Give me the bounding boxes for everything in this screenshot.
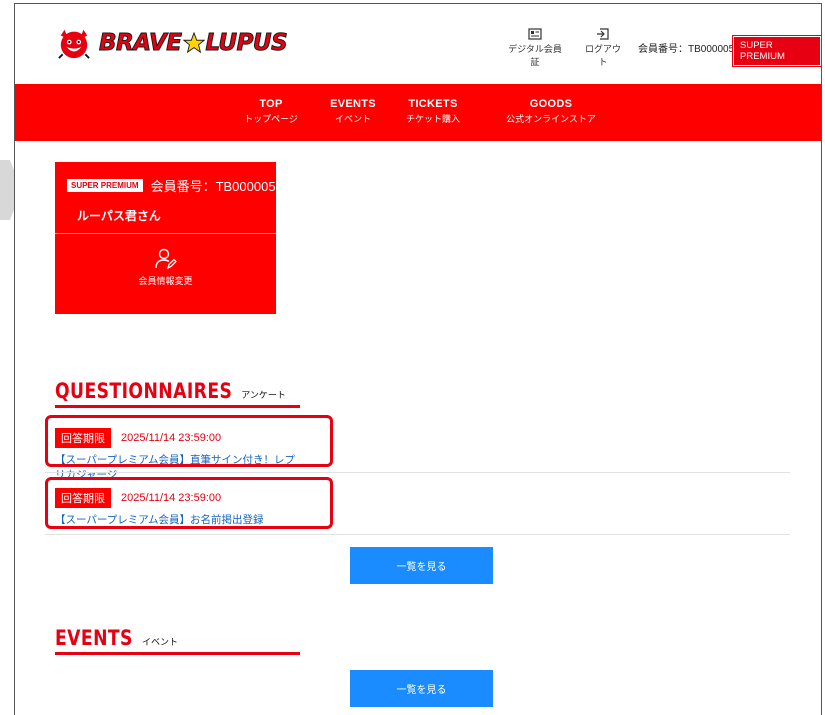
digital-card-label: デジタル会員証	[508, 44, 562, 67]
events-title: EVENTS	[55, 626, 133, 650]
questionnaires-view-all-button[interactable]: 一覧を見る	[350, 547, 493, 584]
member-card: SUPER PREMIUM 会員番号：TB000005 ルーパス君さん 会員情報…	[55, 162, 276, 314]
site-logo[interactable]: BRAVE LUPUS	[55, 26, 289, 60]
site-header: BRAVE LUPUS デジタル会員証 ログアウト 会員番号：TB000005 …	[15, 4, 821, 84]
wolf-mascot-icon	[58, 29, 90, 59]
nav-label-jp: 公式オンラインストア	[506, 114, 596, 124]
id-card-icon	[528, 28, 542, 40]
questionnaires-subtitle: アンケート	[241, 390, 286, 400]
nav-label-en: TOP	[259, 98, 283, 110]
nav-item-tickets[interactable]: TICKETS チケット購入	[401, 98, 465, 125]
browser-page: BRAVE LUPUS デジタル会員証 ログアウト 会員番号：TB000005 …	[14, 3, 822, 715]
questionnaire-item[interactable]: 回答期限 2025/11/14 23:59:00 【スーパープレミアム会員】お名…	[55, 488, 305, 527]
logout-button[interactable]: ログアウト	[581, 28, 625, 68]
member-rank-badge: SUPER PREMIUM	[67, 179, 143, 192]
nav-label-en: TICKETS	[408, 98, 458, 110]
user-edit-icon	[154, 248, 177, 270]
member-number: 会員番号：TB000005	[150, 179, 276, 194]
logout-label: ログアウト	[584, 44, 621, 67]
logout-icon	[597, 28, 609, 40]
deadline-badge: 回答期限	[55, 428, 111, 448]
questionnaire-link[interactable]: 【スーパープレミアム会員】お名前掲出登録	[55, 512, 305, 527]
brand-word-1: BRAVE	[99, 30, 183, 57]
brand-word-2: LUPUS	[205, 30, 288, 57]
nav-label-en: GOODS	[529, 98, 573, 110]
main-nav: TOP トップページ EVENTS イベント TICKETS チケット購入 GO…	[15, 84, 821, 141]
questionnaires-heading: QUESTIONNAIRES アンケート	[55, 379, 286, 403]
section-underline	[55, 652, 300, 655]
nav-label-jp: トップページ	[244, 114, 298, 124]
edit-profile-button[interactable]: 会員情報変更	[55, 234, 276, 313]
nav-label-jp: チケット購入	[405, 114, 460, 124]
deadline-date: 2025/11/14 23:59:00	[121, 492, 222, 504]
nav-item-events[interactable]: EVENTS イベント	[323, 98, 383, 125]
star-icon	[182, 32, 205, 54]
nav-item-goods[interactable]: GOODS 公式オンラインストア	[501, 98, 601, 125]
header-rank-badge: SUPER PREMIUM	[732, 35, 821, 67]
edit-profile-label: 会員情報変更	[138, 276, 193, 286]
list-divider	[45, 472, 790, 473]
section-underline	[55, 405, 300, 408]
deadline-badge: 回答期限	[55, 488, 111, 508]
questionnaire-item[interactable]: 回答期限 2025/11/14 23:59:00 【スーパープレミアム会員】直筆…	[55, 428, 305, 482]
questionnaires-title: QUESTIONNAIRES	[55, 379, 233, 403]
events-view-all-button[interactable]: 一覧を見る	[350, 670, 493, 707]
events-subtitle: イベント	[141, 637, 178, 647]
events-heading: EVENTS イベント	[55, 626, 178, 650]
brand-wordmark: BRAVE LUPUS	[99, 30, 289, 57]
digital-membership-card-button[interactable]: デジタル会員証	[505, 28, 565, 68]
nav-item-top[interactable]: TOP トップページ	[241, 98, 301, 125]
member-card-info: SUPER PREMIUM 会員番号：TB000005 ルーパス君さん	[55, 162, 276, 234]
nav-label-en: EVENTS	[330, 98, 376, 110]
member-name: ルーパス君さん	[77, 209, 161, 223]
header-member-number: 会員番号：TB000005	[638, 44, 735, 55]
list-divider	[45, 534, 790, 535]
nav-label-jp: イベント	[334, 114, 371, 124]
deadline-date: 2025/11/14 23:59:00	[121, 432, 222, 444]
